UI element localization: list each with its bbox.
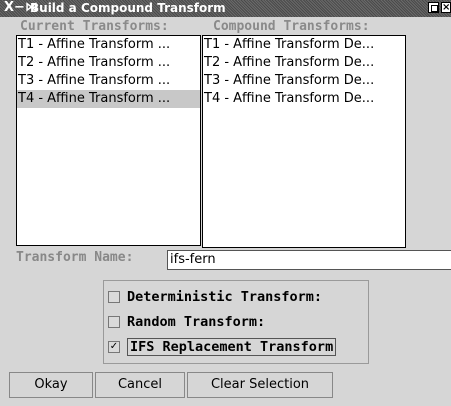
checkmark-icon[interactable]: ✓ bbox=[108, 341, 120, 353]
transform-type-group: Deterministic Transform: Random Transform… bbox=[103, 280, 369, 364]
title-bar[interactable]: X−⋈ Build a Compound Transform × bbox=[0, 0, 451, 17]
current-transforms-header: Current Transforms: bbox=[20, 19, 169, 34]
list-item[interactable]: T2 - Affine Transform ... bbox=[17, 54, 200, 72]
checkbox-icon[interactable] bbox=[108, 291, 120, 303]
okay-button[interactable]: Okay bbox=[9, 372, 93, 398]
transform-type-label: IFS Replacement Transform bbox=[127, 338, 337, 356]
list-item[interactable]: T3 - Affine Transform De... bbox=[203, 72, 405, 90]
close-icon[interactable]: × bbox=[441, 2, 451, 13]
compound-transforms-list[interactable]: T1 - Affine Transform De... T2 - Affine T… bbox=[202, 35, 406, 248]
transform-type-label: Deterministic Transform: bbox=[127, 289, 323, 305]
list-item[interactable]: T4 - Affine Transform ... bbox=[17, 90, 200, 108]
cancel-button[interactable]: Cancel bbox=[95, 372, 185, 398]
transform-name-input[interactable]: ifs-fern bbox=[167, 250, 451, 270]
current-transforms-list[interactable]: T1 - Affine Transform ... T2 - Affine Tra… bbox=[16, 35, 201, 246]
list-item[interactable]: T4 - Affine Transform De... bbox=[203, 90, 405, 108]
checkbox-icon[interactable] bbox=[108, 316, 120, 328]
list-item[interactable]: T1 - Affine Transform De... bbox=[203, 36, 405, 54]
transform-type-label: Random Transform: bbox=[127, 314, 266, 330]
compound-transforms-header: Compound Transforms: bbox=[213, 19, 370, 34]
transform-type-option[interactable]: Random Transform: bbox=[108, 312, 265, 332]
transform-type-option[interactable]: ✓ IFS Replacement Transform bbox=[108, 337, 337, 357]
maximize-icon[interactable] bbox=[428, 2, 439, 13]
window-title: Build a Compound Transform bbox=[30, 1, 226, 15]
clear-selection-button[interactable]: Clear Selection bbox=[187, 372, 333, 398]
list-item[interactable]: T3 - Affine Transform ... bbox=[17, 72, 200, 90]
list-item[interactable]: T1 - Affine Transform ... bbox=[17, 36, 200, 54]
list-item[interactable]: T2 - Affine Transform De... bbox=[203, 54, 405, 72]
transform-type-option[interactable]: Deterministic Transform: bbox=[108, 287, 322, 307]
transform-name-label: Transform Name: bbox=[16, 250, 134, 265]
